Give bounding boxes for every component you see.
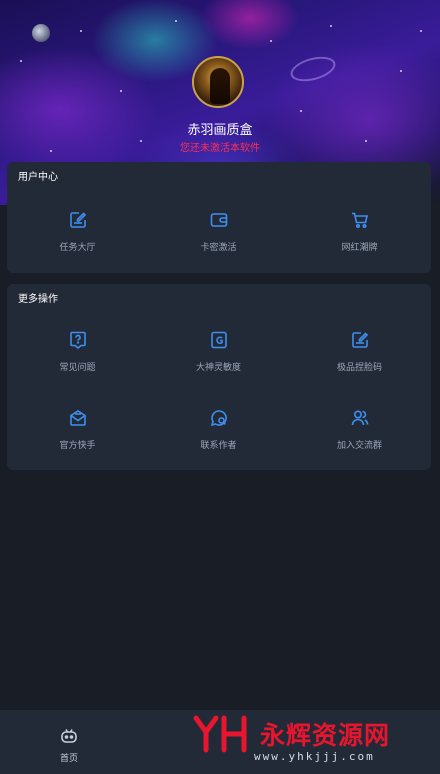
task-hall-icon bbox=[69, 212, 86, 228]
task-hall-button[interactable]: 任务大厅 bbox=[7, 210, 148, 266]
card-key-label: 卡密激活 bbox=[200, 243, 237, 253]
shopping-cart-icon bbox=[351, 212, 368, 229]
contact-author-label: 联系作者 bbox=[200, 441, 237, 451]
watermark-logo-icon bbox=[193, 715, 247, 753]
app-name: 赤羽画质盒 bbox=[187, 123, 253, 138]
trend-brand-label: 网红潮牌 bbox=[341, 243, 378, 253]
card-key-icon bbox=[210, 213, 227, 227]
trend-brand-button[interactable]: 网红潮牌 bbox=[289, 210, 430, 266]
kuaishou-button[interactable]: 官方快手 bbox=[7, 408, 148, 464]
activation-status[interactable]: 您还未激活本软件 bbox=[0, 139, 440, 154]
faq-label: 常见问题 bbox=[59, 363, 96, 373]
group-icon bbox=[351, 410, 368, 426]
sensitivity-button[interactable]: 大神灵敏度 bbox=[148, 330, 289, 386]
task-hall-label: 任务大厅 bbox=[59, 243, 96, 253]
kuaishou-icon bbox=[69, 410, 86, 426]
avatar[interactable] bbox=[192, 56, 244, 108]
kuaishou-label: 官方快手 bbox=[59, 441, 96, 451]
user-center-card: 用户中心 任务大厅 卡密激活 网红潮牌 bbox=[7, 162, 431, 273]
contact-author-button[interactable]: 联系作者 bbox=[148, 408, 289, 464]
watermark: 永辉资源网 www.yhkjjj.com bbox=[192, 712, 420, 768]
nav-home-label: 首页 bbox=[59, 754, 78, 764]
planet-decoration bbox=[32, 24, 50, 42]
face-code-icon bbox=[351, 332, 368, 348]
face-code-button[interactable]: 极品捏脸码 bbox=[289, 330, 430, 386]
sensitivity-icon bbox=[210, 331, 227, 349]
ring-decoration bbox=[287, 52, 339, 86]
contact-icon bbox=[210, 410, 227, 427]
user-center-title: 用户中心 bbox=[18, 172, 58, 183]
watermark-url: www.yhkjjj.com bbox=[254, 750, 375, 763]
watermark-brand: 永辉资源网 bbox=[260, 721, 391, 750]
more-actions-card: 更多操作 常见问题 大神灵敏度 极品捏脸码 官方快手 联系作者 加入交流群 bbox=[7, 284, 431, 470]
faq-button[interactable]: 常见问题 bbox=[7, 330, 148, 386]
nav-home[interactable]: 首页 bbox=[40, 726, 98, 764]
sensitivity-label: 大神灵敏度 bbox=[195, 363, 241, 373]
more-actions-title: 更多操作 bbox=[18, 294, 58, 305]
face-code-label: 极品捏脸码 bbox=[336, 363, 382, 373]
join-group-button[interactable]: 加入交流群 bbox=[289, 408, 430, 464]
home-robot-icon bbox=[61, 729, 77, 743]
join-group-label: 加入交流群 bbox=[336, 441, 382, 451]
help-icon bbox=[69, 331, 86, 350]
card-key-activation-button[interactable]: 卡密激活 bbox=[148, 210, 289, 266]
